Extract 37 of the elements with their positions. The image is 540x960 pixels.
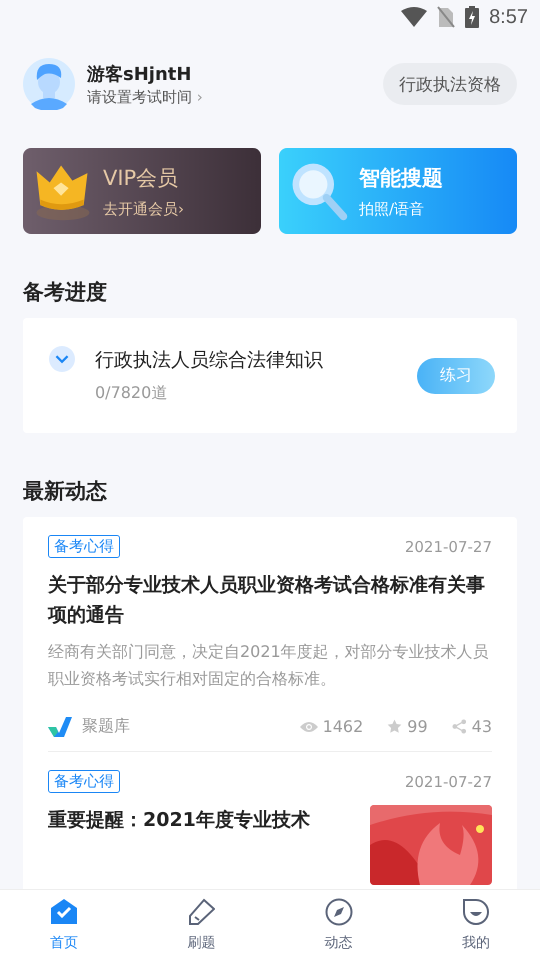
compass-icon	[324, 898, 353, 926]
pencil-icon	[187, 898, 216, 926]
source-name: 聚题库	[82, 716, 131, 737]
article-title[interactable]: 重要提醒：2021年度专业技术	[48, 805, 358, 835]
article-date: 2021-07-27	[404, 538, 492, 556]
question-count: 0/7820道	[95, 383, 168, 404]
share-icon	[452, 719, 467, 734]
section-heading: 最新动态	[23, 478, 108, 505]
chevron-icon[interactable]	[49, 346, 75, 372]
article-date: 2021-07-27	[404, 772, 492, 790]
tab[interactable]: 首页	[20, 890, 108, 960]
section-heading: 备考进度	[23, 279, 108, 306]
subject-title: 行政执法人员综合法律知识	[95, 348, 324, 373]
star-icon	[387, 719, 402, 734]
exam-time-link[interactable]: 请设置考试时间 ›	[87, 88, 203, 106]
eye-icon	[300, 720, 318, 732]
user-name: 游客sHjntH	[87, 62, 192, 86]
vip-card[interactable]: VIP会员 去开通会员›	[23, 148, 261, 234]
view-count: 1462	[322, 717, 364, 736]
no-sim-icon	[437, 6, 456, 28]
like-count: 99	[407, 717, 428, 736]
logo-icon	[48, 716, 72, 736]
wifi-icon	[401, 7, 428, 27]
home-icon	[50, 898, 78, 926]
battery-icon	[465, 6, 480, 28]
status-time: 8:57	[489, 6, 528, 28]
exam-type-button[interactable]: 行政执法资格	[383, 63, 517, 105]
avatar-icon	[23, 58, 75, 110]
article-title[interactable]: 关于部分专业技术人员职业资格考试合格标准有关事项的通告	[48, 570, 492, 630]
tab[interactable]: 我的	[432, 890, 520, 960]
tab[interactable]: 刷题	[157, 890, 246, 960]
face-icon	[462, 898, 490, 926]
tab[interactable]: 动态	[294, 890, 383, 960]
category-tag: 备考心得	[48, 535, 120, 558]
article-summary: 经商有关部门同意，决定自2021年度起，对部分专业技术人员职业资格考试实行相对固定的合格标准。	[48, 641, 490, 690]
category-tag: 备考心得	[48, 770, 120, 793]
share-count: 43	[472, 717, 492, 736]
